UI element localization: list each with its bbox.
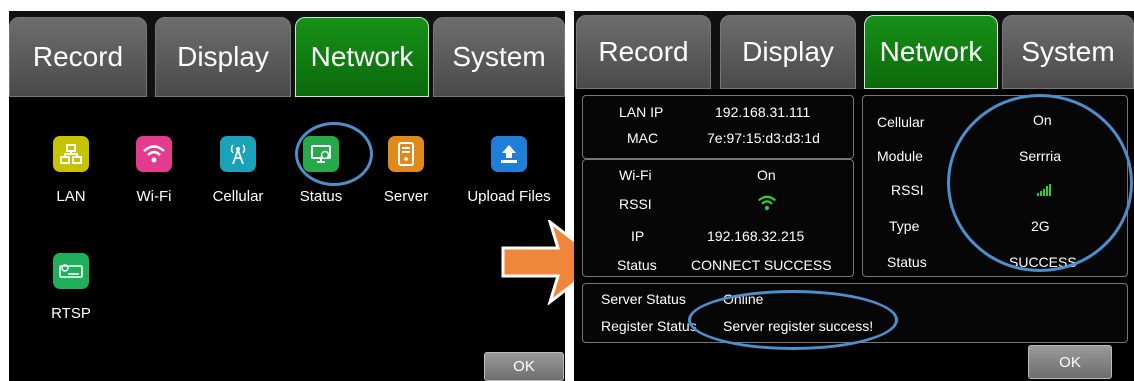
tab-display[interactable]: Display xyxy=(155,17,291,97)
register-status-value: Server register success! xyxy=(723,318,874,334)
cellular-rssi-label: RSSI xyxy=(891,182,924,198)
tab-record[interactable]: Record xyxy=(9,17,147,97)
ok-button[interactable]: OK xyxy=(1028,345,1112,379)
server-item[interactable]: Server xyxy=(366,136,446,205)
upload-files-item[interactable]: Upload Files xyxy=(461,136,557,205)
tab-bar: Record Display Network System xyxy=(9,11,565,97)
tab-record[interactable]: Record xyxy=(576,15,711,89)
cellular-label: Cellular xyxy=(212,188,264,205)
mac-value: 7e:97:15:d3:d3:1d xyxy=(707,130,820,146)
cellular-item[interactable]: Cellular xyxy=(198,136,278,205)
wifi-ip-label: IP xyxy=(631,228,645,244)
mac-label: MAC xyxy=(627,130,659,146)
server-status-value: Online xyxy=(723,291,764,307)
cellular-status-label: Status xyxy=(887,254,927,270)
wifi-icon xyxy=(136,136,172,172)
lan-ip-value: 192.168.31.111 xyxy=(715,104,811,120)
tab-bar: Record Display Network System xyxy=(574,11,1134,89)
module-label: Module xyxy=(877,148,923,164)
lan-item[interactable]: LAN xyxy=(31,136,111,205)
server-label: Server xyxy=(383,188,429,205)
wifi-status-value: CONNECT SUCCESS xyxy=(691,257,832,273)
type-value: 2G xyxy=(1031,218,1050,234)
status-monitor-icon xyxy=(303,136,339,172)
upload-icon xyxy=(491,136,527,172)
cellular-value: On xyxy=(1033,112,1052,128)
rtsp-item[interactable]: RTSP xyxy=(31,253,111,322)
tab-network[interactable]: Network xyxy=(864,15,998,89)
lan-info-box: LAN IP 192.168.31.111 MAC 7e:97:15:d3:d3… xyxy=(582,95,854,159)
wifi-label: Wi-Fi xyxy=(619,167,652,183)
cellular-signal-bars-icon xyxy=(1037,184,1051,196)
cellular-status-value: SUCCESS xyxy=(1009,254,1077,270)
server-status-label: Server Status xyxy=(601,291,686,307)
status-item[interactable]: Status xyxy=(281,136,361,205)
right-screen: Record Display Network System LAN IP 192… xyxy=(574,11,1134,381)
wifi-label: Wi-Fi xyxy=(136,188,172,205)
wifi-value: On xyxy=(757,167,776,183)
tab-display[interactable]: Display xyxy=(720,15,856,89)
upload-files-label: Upload Files xyxy=(467,188,551,205)
ok-button[interactable]: OK xyxy=(484,352,564,381)
server-icon xyxy=(388,136,424,172)
tab-network[interactable]: Network xyxy=(295,17,429,97)
wifi-ip-value: 192.168.32.215 xyxy=(707,228,805,244)
rtsp-camera-icon xyxy=(53,253,89,289)
cellular-antenna-icon xyxy=(220,136,256,172)
wifi-item[interactable]: Wi-Fi xyxy=(114,136,194,205)
module-value: Serrria xyxy=(1019,148,1062,164)
lan-icon xyxy=(53,136,89,172)
wifi-status-label: Status xyxy=(617,257,657,273)
type-label: Type xyxy=(889,218,920,234)
lan-ip-label: LAN IP xyxy=(619,104,664,120)
lan-label: LAN xyxy=(56,188,86,205)
left-screen: Record Display Network System LAN Wi-Fi … xyxy=(9,11,565,381)
server-info-box: Server Status Online Register Status Ser… xyxy=(582,283,1128,343)
wifi-info-box: Wi-Fi On RSSI IP 192.168.32.215 Status C… xyxy=(582,159,854,277)
register-status-label: Register Status xyxy=(601,318,697,334)
wifi-rssi-label: RSSI xyxy=(619,196,652,212)
status-label: Status xyxy=(299,188,343,205)
cellular-label: Cellular xyxy=(877,114,925,130)
rtsp-label: RTSP xyxy=(51,305,91,322)
tab-system[interactable]: System xyxy=(433,17,565,97)
cellular-info-box: Cellular On Module Serrria RSSI Type 2G … xyxy=(862,95,1128,277)
tab-system[interactable]: System xyxy=(1002,15,1134,89)
wifi-signal-icon xyxy=(757,195,777,211)
